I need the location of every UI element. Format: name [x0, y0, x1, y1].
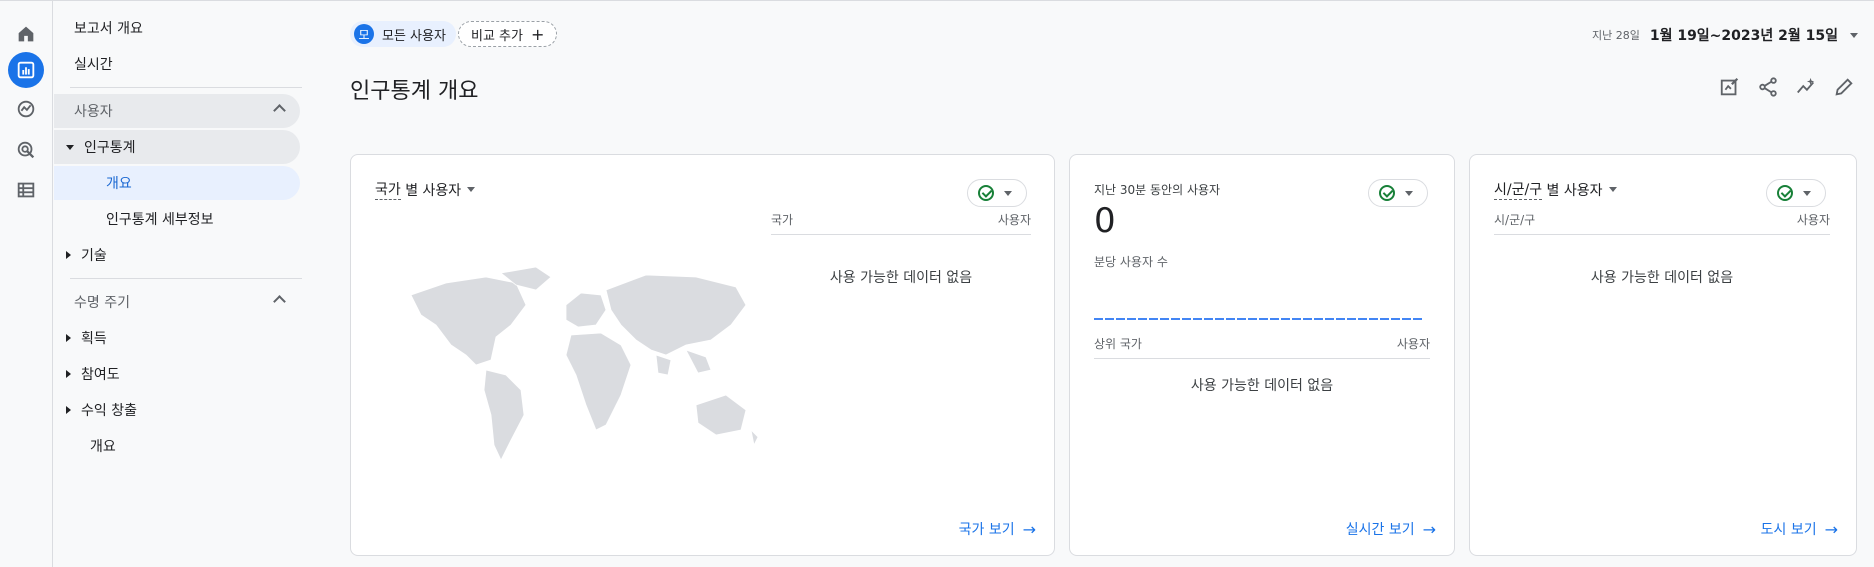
nav-demographics-details[interactable]: 인구통계 세부정보	[54, 202, 214, 236]
table-icon[interactable]	[8, 172, 44, 208]
top-countries-column-header: 상위 국가	[1094, 337, 1142, 351]
country-column-header: 국가	[771, 213, 794, 227]
country-dimension-selector[interactable]: 국가 별 사용자	[375, 179, 476, 200]
city-users-column-header: 사용자	[1796, 213, 1830, 227]
nav-demographics-overview[interactable]: 개요	[54, 166, 300, 200]
realtime-user-count: 0	[1094, 201, 1116, 241]
view-countries-label: 국가 보기	[958, 522, 1015, 538]
chevron-up-icon	[273, 295, 286, 308]
check-circle-icon	[1379, 185, 1395, 201]
page-title: 인구통계 개요	[350, 79, 479, 104]
caret-right-icon	[66, 251, 71, 259]
share-icon[interactable]	[1756, 75, 1780, 99]
check-circle-icon	[1777, 185, 1793, 201]
nav-acquisition-label: 획득	[81, 331, 107, 347]
nav-section-user-label: 사용자	[74, 104, 113, 120]
realtime-users-card: 지난 30분 동안의 사용자 0 분당 사용자 수 상위 국가 사용자 사용 가…	[1069, 154, 1455, 556]
country-users-card: 국가 별 사용자 국가 사용자 사용 가능한 데이터 없음 국가 보기 →	[350, 154, 1055, 556]
country-table-header: 국가 사용자	[771, 211, 1031, 235]
nav-engagement[interactable]: 참여도	[54, 357, 120, 391]
view-cities-link[interactable]: 도시 보기 →	[1761, 519, 1838, 539]
home-icon[interactable]	[8, 16, 44, 52]
segment-label: 모든 사용자	[382, 28, 446, 44]
nav-tech[interactable]: 기술	[54, 238, 107, 272]
dropdown-arrow-icon	[1850, 32, 1858, 38]
realtime-users-column-header: 사용자	[1396, 337, 1430, 351]
nav-demographics-label: 인구통계	[84, 140, 136, 156]
city-users-card: 시/군/구 별 사용자 시/군/구 사용자 사용 가능한 데이터 없음 도시 보…	[1469, 154, 1857, 556]
realtime-label: 지난 30분 동안의 사용자	[1094, 183, 1221, 197]
caret-right-icon	[66, 334, 71, 342]
country-users-column-header: 사용자	[997, 213, 1031, 227]
date-range-value: 1월 19일~2023년 2월 15일	[1649, 28, 1838, 44]
reports-icon[interactable]	[8, 52, 44, 88]
users-per-minute-sparkline	[1094, 318, 1424, 320]
city-dimension-selector[interactable]: 시/군/구 별 사용자	[1494, 179, 1617, 200]
nav-divider	[70, 278, 302, 279]
world-map-icon	[410, 266, 759, 461]
caret-down-icon	[66, 144, 74, 150]
plus-icon: +	[530, 24, 545, 44]
date-range-prefix: 지난 28일	[1591, 29, 1640, 42]
explore-icon[interactable]	[8, 91, 44, 127]
dropdown-arrow-icon	[467, 187, 476, 192]
chevron-up-icon	[273, 104, 286, 117]
country-title-rest: 별 사용자	[400, 182, 462, 199]
view-realtime-link[interactable]: 실시간 보기 →	[1346, 519, 1436, 539]
nav-section-user[interactable]: 사용자	[54, 94, 300, 128]
caret-right-icon	[66, 370, 71, 378]
dropdown-arrow-icon	[1803, 190, 1811, 196]
view-realtime-label: 실시간 보기	[1345, 522, 1415, 538]
add-comparison-button[interactable]: 비교 추가 +	[458, 21, 558, 47]
country-no-data: 사용 가능한 데이터 없음	[829, 270, 973, 286]
edit-icon[interactable]	[1832, 75, 1856, 99]
view-countries-link[interactable]: 국가 보기 →	[959, 519, 1036, 539]
segment-avatar: 모	[354, 24, 374, 44]
realtime-no-data: 사용 가능한 데이터 없음	[1190, 378, 1334, 394]
report-navigation: 보고서 개요 실시간 사용자 인구통계 개요 인구통계 세부정보 기술 수명 주…	[54, 1, 304, 567]
arrow-right-icon: →	[1824, 519, 1838, 539]
city-title-rest: 별 사용자	[1542, 182, 1603, 199]
advertising-icon[interactable]	[8, 132, 44, 168]
check-circle-icon	[978, 185, 994, 201]
dropdown-arrow-icon	[1608, 187, 1617, 192]
nav-reports-snapshot[interactable]: 보고서 개요	[54, 11, 143, 45]
nav-tech-label: 기술	[81, 248, 107, 264]
data-quality-status[interactable]	[967, 179, 1027, 207]
dropdown-arrow-icon	[1405, 190, 1413, 196]
nav-section-lifecycle-label: 수명 주기	[74, 295, 130, 311]
city-no-data: 사용 가능한 데이터 없음	[1590, 270, 1734, 286]
nav-section-lifecycle[interactable]: 수명 주기	[54, 285, 300, 319]
date-range-picker[interactable]: 지난 28일 1월 19일~2023년 2월 15일	[1592, 25, 1858, 45]
segment-chip[interactable]: 모 모든 사용자	[350, 21, 456, 47]
nav-lifecycle-overview[interactable]: 개요	[54, 429, 116, 463]
data-quality-status[interactable]	[1368, 179, 1428, 207]
view-cities-label: 도시 보기	[1760, 522, 1817, 538]
dropdown-arrow-icon	[1004, 190, 1012, 196]
analytics-app: 보고서 개요 실시간 사용자 인구통계 개요 인구통계 세부정보 기술 수명 주…	[0, 0, 1874, 567]
nav-monetization[interactable]: 수익 창출	[54, 393, 137, 427]
users-per-minute-label: 분당 사용자 수	[1094, 255, 1168, 269]
city-dimension-label: 시/군/구	[1494, 179, 1543, 200]
arrow-right-icon: →	[1022, 519, 1036, 539]
arrow-right-icon: →	[1422, 519, 1436, 539]
nav-realtime[interactable]: 실시간	[54, 47, 113, 81]
customize-report-icon[interactable]	[1718, 75, 1742, 99]
nav-engagement-label: 참여도	[81, 367, 120, 383]
left-rail	[0, 1, 53, 567]
city-table-header: 시/군/구 사용자	[1494, 211, 1830, 235]
caret-right-icon	[66, 406, 71, 414]
top-countries-table-header: 상위 국가 사용자	[1094, 335, 1430, 359]
report-actions	[1718, 75, 1856, 99]
nav-divider	[70, 87, 302, 88]
nav-demographics[interactable]: 인구통계	[54, 130, 300, 164]
nav-monetization-label: 수익 창출	[81, 403, 137, 419]
city-column-header: 시/군/구	[1494, 213, 1536, 227]
insights-icon[interactable]	[1794, 75, 1818, 99]
add-comparison-label: 비교 추가	[471, 28, 523, 44]
data-quality-status[interactable]	[1766, 179, 1826, 207]
country-dimension-label: 국가	[375, 179, 401, 200]
nav-acquisition[interactable]: 획득	[54, 321, 107, 355]
